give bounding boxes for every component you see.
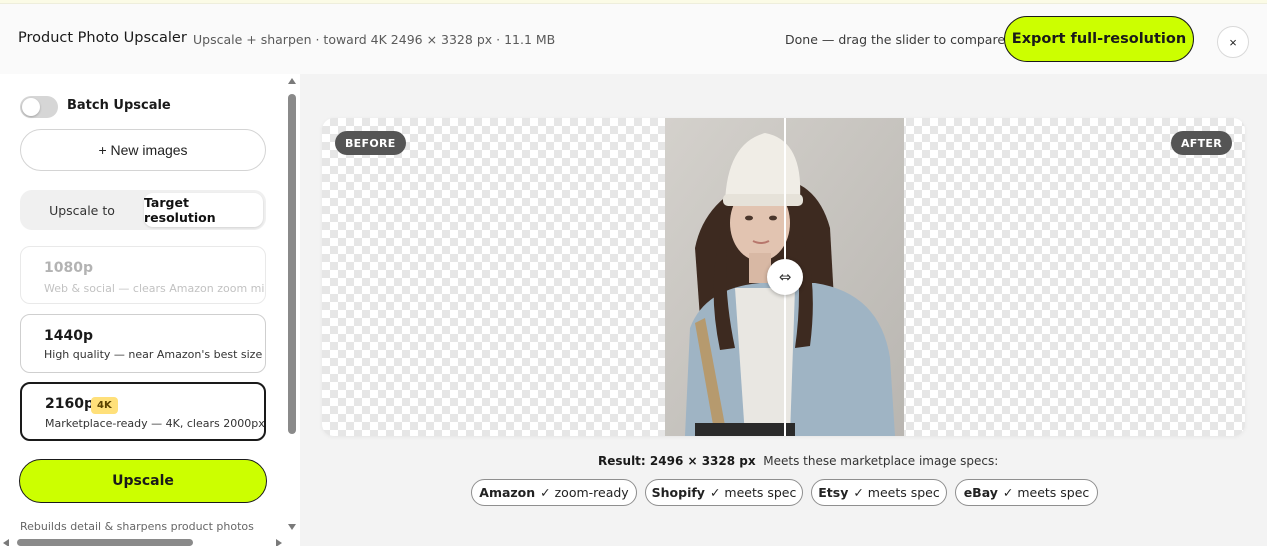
batch-label: Batch Upscale [67,98,171,113]
chip-name: Etsy [818,485,849,500]
resolution-title: 2160p [45,396,94,412]
scroll-right-icon[interactable] [276,539,282,546]
after-tag: AFTER [1170,131,1232,155]
scroll-down-icon[interactable] [288,524,296,530]
scroll-left-icon[interactable] [3,539,9,546]
resolution-desc: Web & social — clears Amazon zoom minimu… [44,282,265,295]
chip-amazon: Amazon ✓ zoom-ready [471,479,637,506]
tab-upscale-to[interactable]: Upscale to [23,193,141,227]
chip-shopify: Shopify ✓ meets spec [645,479,803,506]
resolution-option-1080p[interactable]: 1080p Web & social — clears Amazon zoom … [20,246,266,304]
upscale-button[interactable]: Upscale [19,459,267,503]
chip-status: ✓ zoom-ready [540,485,629,500]
resolution-option-2160p[interactable]: 2160p 4K Marketplace-ready — 4K, clears … [20,382,266,441]
app-header: Product Photo Upscaler Upscale + sharpen… [0,4,1267,74]
resolution-option-1440p[interactable]: 1440p High quality — near Amazon's best … [20,314,266,373]
chip-etsy: Etsy ✓ meets spec [811,479,947,506]
close-button[interactable]: × [1217,26,1249,58]
chip-status: ✓ meets spec [709,485,797,500]
chip-name: Amazon [479,485,536,500]
horizontal-scroll-thumb[interactable] [17,539,193,546]
4k-badge: 4K [91,397,118,414]
toggle-knob [22,98,40,116]
compare-stage[interactable]: ⇔ BEFORE AFTER [322,118,1245,436]
close-icon: × [1229,34,1237,50]
status-text: Done — drag the slider to compare [785,32,1006,47]
sidebar-horizontal-scrollbar[interactable] [0,537,286,546]
tab-target-resolution[interactable]: Target resolution [144,193,263,227]
batch-toggle[interactable] [20,96,58,118]
resolution-desc: Marketplace-ready — 4K, clears 2000px (E… [45,417,265,430]
chip-name: eBay [963,485,998,500]
chip-status: ✓ meets spec [853,485,940,500]
app-title: Product Photo Upscaler [18,30,187,46]
sidebar-footnote: Rebuilds detail & sharpens product photo… [20,520,254,533]
image-info: Upscale + sharpen · toward 4K 2496 × 332… [193,32,556,47]
chip-ebay: eBay ✓ meets spec [955,479,1098,506]
resolution-desc: High quality — near Amazon's best size [44,348,263,361]
before-tag: BEFORE [335,131,406,155]
result-note: Meets these marketplace image specs: [763,454,999,468]
new-images-button[interactable]: + New images [20,129,266,171]
result-summary: Result: 2496 × 3328 px Meets these marke… [598,454,998,468]
export-button[interactable]: Export full-resolution [1004,16,1194,62]
sidebar-vertical-scrollbar[interactable] [286,78,298,540]
result-label: Result: 2496 × 3328 px [598,454,756,468]
resolution-title: 1080p [44,260,93,276]
compare-slider-handle[interactable]: ⇔ [767,259,803,295]
chip-name: Shopify [651,485,705,500]
vertical-scroll-thumb[interactable] [288,94,296,434]
mode-segmented-control: Upscale to Target resolution [20,190,266,230]
chip-status: ✓ meets spec [1002,485,1090,500]
drag-arrows-icon: ⇔ [778,268,792,286]
resolution-title: 1440p [44,328,93,344]
scroll-up-icon[interactable] [288,78,296,84]
sidebar: Batch Upscale + New images Upscale to Ta… [0,74,300,546]
